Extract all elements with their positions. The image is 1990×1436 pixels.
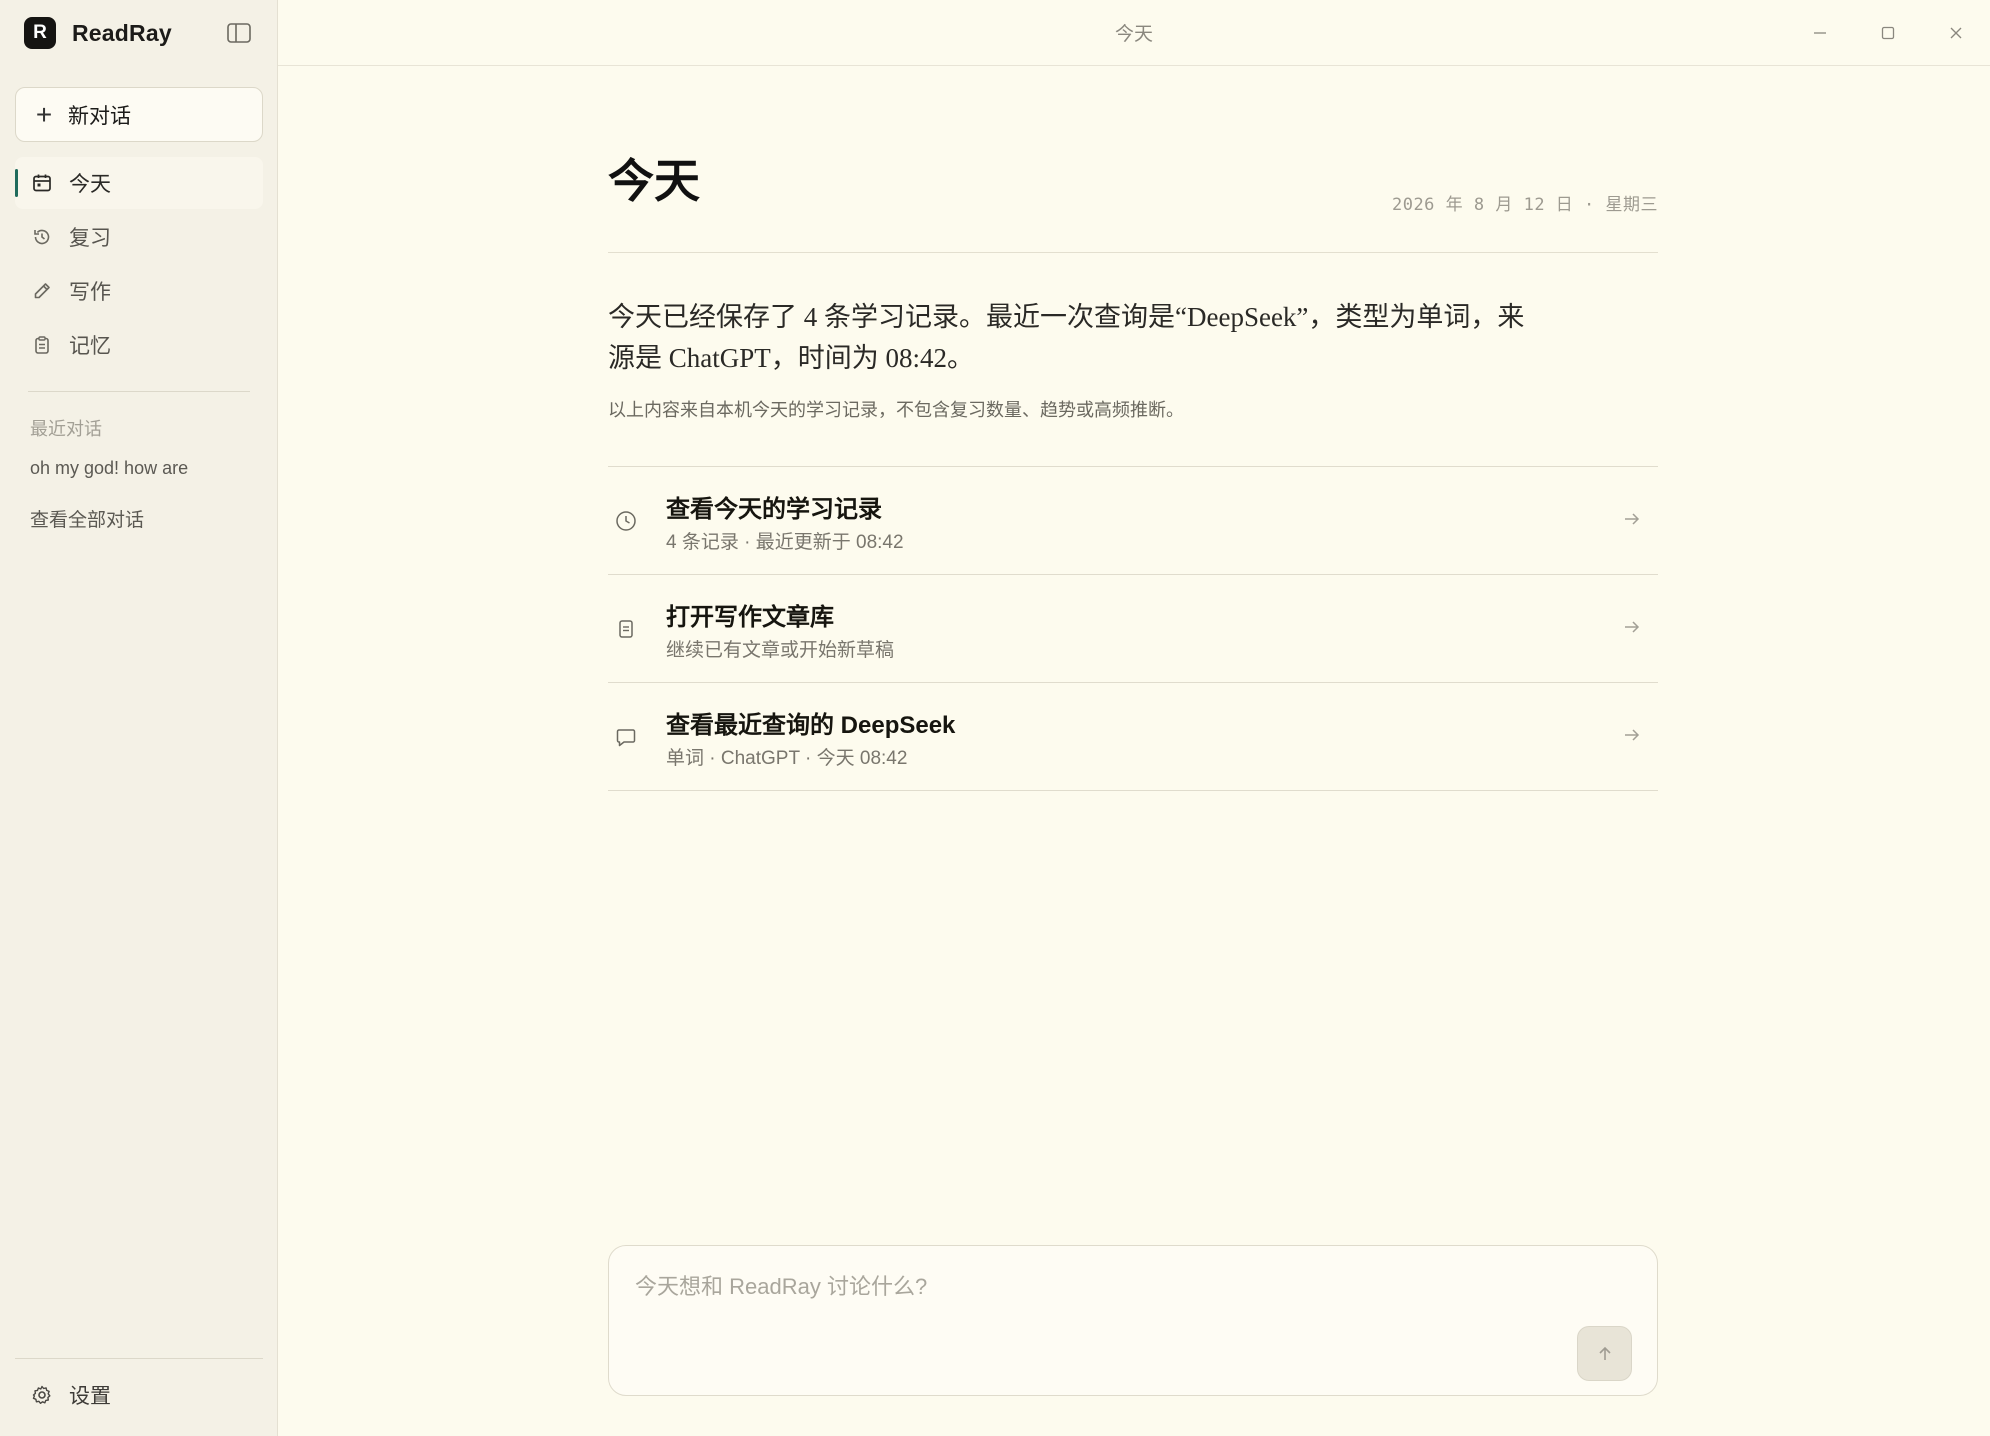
minimize-button[interactable] bbox=[1786, 0, 1854, 66]
sidebar-nav: 今天 复习 写作 记忆 bbox=[15, 157, 263, 373]
maximize-button[interactable] bbox=[1854, 0, 1922, 66]
window-controls bbox=[1786, 0, 1990, 66]
send-button[interactable] bbox=[1577, 1326, 1632, 1381]
app-logo: R bbox=[24, 17, 56, 49]
document-icon bbox=[614, 617, 638, 641]
action-subtitle: 4 条记录 · 最近更新于 08:42 bbox=[666, 532, 904, 553]
action-title: 查看最近查询的 DeepSeek bbox=[666, 712, 956, 739]
action-view-recent-query[interactable]: 查看最近查询的 DeepSeek 单词 · ChatGPT · 今天 08:42 bbox=[608, 683, 1658, 791]
pencil-icon bbox=[31, 280, 53, 302]
sidebar: R ReadRay + 新对话 今天 复习 写作 记忆 最近对话 oh my g… bbox=[0, 0, 278, 1436]
today-content: 今天 2026 年 8 月 12 日 · 星期三 今天已经保存了 4 条学习记录… bbox=[608, 66, 1658, 791]
settings-label: 设置 bbox=[69, 1385, 111, 1408]
sidebar-toggle-icon[interactable] bbox=[225, 19, 253, 47]
action-view-today-records[interactable]: 查看今天的学习记录 4 条记录 · 最近更新于 08:42 bbox=[608, 467, 1658, 575]
action-subtitle: 单词 · ChatGPT · 今天 08:42 bbox=[666, 748, 908, 769]
page-title: 今天 bbox=[608, 155, 700, 207]
action-subtitle: 继续已有文章或开始新草稿 bbox=[666, 640, 895, 661]
summary-note: 以上内容来自本机今天的学习记录，不包含复习数量、趋势或高频推断。 bbox=[608, 400, 1184, 420]
action-list: 查看今天的学习记录 4 条记录 · 最近更新于 08:42 打开写作文章库 继续… bbox=[608, 466, 1658, 791]
chat-input[interactable] bbox=[633, 1266, 1537, 1308]
minimize-icon bbox=[1814, 32, 1826, 34]
arrow-up-icon bbox=[1598, 1346, 1611, 1360]
page-date: 2026 年 8 月 12 日 · 星期三 bbox=[1391, 195, 1658, 215]
sidebar-item-today[interactable]: 今天 bbox=[15, 157, 263, 209]
arrow-right-icon bbox=[1620, 507, 1644, 531]
page-header: 今天 2026 年 8 月 12 日 · 星期三 bbox=[608, 66, 1658, 253]
action-title: 打开写作文章库 bbox=[666, 604, 834, 631]
chat-composer bbox=[608, 1245, 1658, 1396]
clock-icon bbox=[614, 509, 638, 533]
close-icon bbox=[1950, 27, 1962, 39]
arrow-right-icon bbox=[1620, 615, 1644, 639]
action-open-writing-library[interactable]: 打开写作文章库 继续已有文章或开始新草稿 bbox=[608, 575, 1658, 683]
arrow-right-icon bbox=[1620, 723, 1644, 747]
app-name: ReadRay bbox=[72, 19, 172, 46]
gear-icon bbox=[31, 1384, 53, 1406]
history-icon bbox=[31, 226, 53, 248]
recent-chats-heading: 最近对话 bbox=[30, 419, 102, 439]
recent-chat-item[interactable]: oh my god! how are bbox=[30, 458, 188, 479]
sidebar-header: R ReadRay bbox=[0, 0, 277, 66]
daily-summary: 今天已经保存了 4 条学习记录。最近一次查询是“DeepSeek”，类型为单词，… bbox=[608, 302, 1525, 373]
sidebar-footer-divider bbox=[15, 1358, 263, 1359]
sidebar-item-label: 记忆 bbox=[69, 335, 111, 358]
sidebar-item-label: 写作 bbox=[69, 281, 111, 304]
sidebar-item-label: 今天 bbox=[69, 173, 111, 196]
new-chat-button[interactable]: + 新对话 bbox=[15, 87, 263, 142]
chat-bubble-icon bbox=[614, 725, 638, 749]
new-chat-label: 新对话 bbox=[68, 104, 131, 128]
clipboard-icon bbox=[31, 334, 53, 356]
title-bar: 今天 bbox=[278, 0, 1990, 66]
window-title: 今天 bbox=[1114, 24, 1153, 45]
sidebar-item-writing[interactable]: 写作 bbox=[15, 265, 263, 317]
view-all-chats-link[interactable]: 查看全部对话 bbox=[30, 505, 144, 532]
close-button[interactable] bbox=[1922, 0, 1990, 66]
sidebar-item-label: 复习 bbox=[69, 227, 111, 250]
maximize-icon bbox=[1881, 26, 1895, 40]
main-panel: 今天 今天 2026 年 8 月 12 日 · 星期三 今天已经保存了 4 条学… bbox=[278, 0, 1990, 1436]
sidebar-item-memory[interactable]: 记忆 bbox=[15, 319, 263, 371]
app-window: R ReadRay + 新对话 今天 复习 写作 记忆 最近对话 oh my g… bbox=[0, 0, 1990, 1436]
action-title: 查看今天的学习记录 bbox=[666, 496, 882, 523]
sidebar-item-review[interactable]: 复习 bbox=[15, 211, 263, 263]
settings-button[interactable]: 设置 bbox=[15, 1374, 263, 1416]
plus-icon: + bbox=[35, 98, 53, 130]
calendar-icon bbox=[31, 172, 53, 194]
sidebar-divider bbox=[28, 391, 250, 392]
